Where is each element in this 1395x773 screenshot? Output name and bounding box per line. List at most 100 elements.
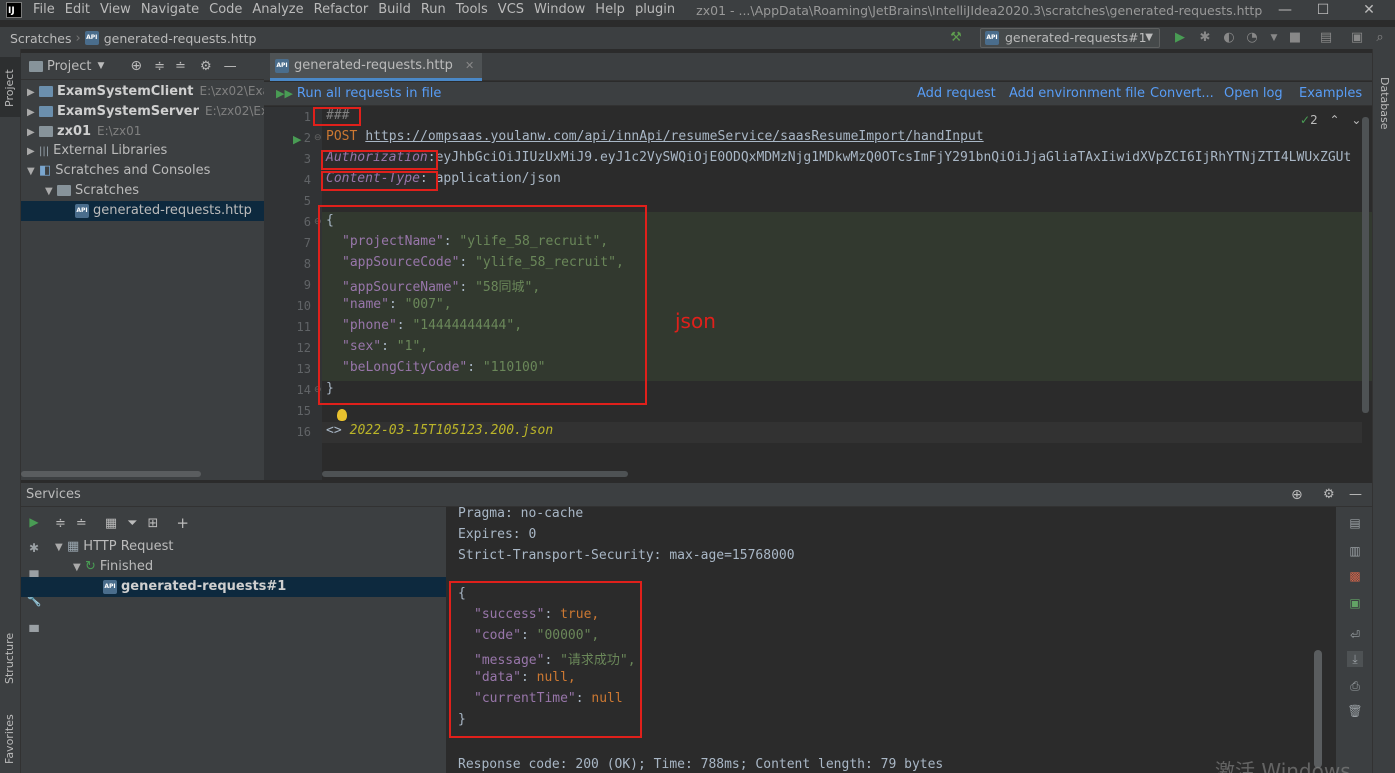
run-icon[interactable]: ▶ (26, 514, 42, 530)
project-tree-item[interactable]: ▶ ExamSystemClient E:\zx02\ExamS (21, 81, 264, 101)
menu-analyze[interactable]: Analyze (247, 0, 308, 20)
filter-icon[interactable]: ⏷ (127, 516, 137, 531)
menu-file[interactable]: File (28, 0, 60, 20)
previous-highlight-icon[interactable]: ⌃ (1330, 113, 1340, 127)
response-header: Expires: 0 (458, 527, 537, 542)
project-structure-icon[interactable]: ▤ (1318, 30, 1334, 46)
debug-icon[interactable]: ✱ (26, 540, 42, 556)
database-tool-label[interactable]: Database (1378, 77, 1391, 130)
soft-wrap-icon[interactable]: ▤ (1347, 515, 1363, 531)
print-icon[interactable]: ⎙ (1347, 678, 1363, 694)
menu-run[interactable]: Run (416, 0, 451, 20)
new-tab-icon[interactable]: ⊞ (148, 516, 159, 531)
run-request-icon[interactable]: ▶ (293, 133, 301, 146)
layout-icon[interactable]: ▀ (26, 624, 42, 640)
hide-panel-icon[interactable]: — (224, 59, 237, 74)
collapse-all-icon[interactable]: ≐ (76, 516, 87, 531)
run-configuration-select[interactable]: API generated-requests#1 ▼ (980, 28, 1160, 48)
service-tree-item[interactable]: ▼ ▦ HTTP Request (49, 537, 446, 557)
menu-refactor[interactable]: Refactor (309, 0, 374, 20)
gear-icon[interactable]: ⚙ (200, 59, 212, 74)
group-by-icon[interactable]: ▦ (105, 516, 117, 531)
menu-tools[interactable]: Tools (451, 0, 493, 20)
breadcrumb-scratches[interactable]: Scratches (0, 31, 72, 46)
reformat-icon[interactable]: ▩ (1347, 568, 1363, 584)
breadcrumb-file[interactable]: generated-requests.http (99, 31, 257, 46)
structure-tool-label[interactable]: Structure (3, 633, 16, 684)
menu-vcs[interactable]: VCS (493, 0, 529, 20)
open-log-link[interactable]: Open log (1224, 86, 1283, 101)
service-tree-item[interactable]: API generated-requests#1 (21, 577, 446, 597)
add-service-icon[interactable]: + (176, 514, 189, 532)
chevron-down-icon[interactable]: ▼ (73, 558, 85, 578)
chevron-down-icon[interactable]: ▼ (97, 61, 104, 71)
project-tree-item[interactable]: ▶ ExamSystemServer E:\zx02\ExamS (21, 101, 264, 121)
project-view-select[interactable]: Project (47, 59, 91, 74)
intention-bulb-icon[interactable] (337, 409, 347, 421)
project-tree-item[interactable]: ▶ ||| External Libraries (21, 141, 264, 161)
close-tab-icon[interactable]: ✕ (465, 59, 474, 72)
menu-view[interactable]: View (95, 0, 136, 20)
next-highlight-icon[interactable]: ⌄ (1351, 113, 1361, 127)
line-number: 3 (303, 152, 311, 166)
stop-icon[interactable]: ■ (1287, 30, 1303, 46)
hide-panel-icon[interactable]: — (1349, 483, 1362, 507)
chevron-right-icon[interactable]: ▶ (27, 103, 39, 121)
gear-icon[interactable]: ⚙ (1323, 483, 1335, 507)
project-tool-button[interactable]: Project (0, 57, 21, 117)
run-icon[interactable]: ▶ (1172, 30, 1188, 46)
project-tree-item[interactable]: ▼ Scratches (21, 181, 264, 201)
scroll-to-end-icon[interactable]: ⤓ (1347, 651, 1363, 667)
more-run-options-icon[interactable]: ▼ (1266, 30, 1282, 46)
inspection-widget[interactable]: ✓2 ⌃ ⌄ (1300, 113, 1361, 127)
trash-icon[interactable]: 🗑 (1347, 703, 1363, 719)
coverage-icon[interactable]: ◐ (1221, 30, 1237, 46)
chevron-right-icon[interactable]: ▶ (27, 123, 39, 141)
expand-all-icon[interactable]: ≑ (55, 516, 66, 531)
search-icon[interactable]: ⌕ (1372, 30, 1388, 46)
tab-generated-requests[interactable]: API generated-requests.http ✕ (270, 53, 483, 81)
locate-icon[interactable]: ⊕ (1291, 483, 1303, 507)
header-value: application/json (427, 171, 561, 186)
add-environment-file-link[interactable]: Add environment file (1009, 86, 1145, 101)
menu-plugin[interactable]: plugin (630, 0, 680, 20)
editor-vertical-scrollbar[interactable] (1362, 117, 1369, 413)
open-file-icon[interactable]: ▥ (1347, 543, 1363, 559)
profile-icon[interactable]: ◔ (1244, 30, 1260, 46)
run-all-requests-link[interactable]: ▶▶ Run all requests in file (276, 86, 441, 101)
menu-help[interactable]: Help (590, 0, 630, 20)
close-window-button[interactable]: ✕ (1346, 0, 1392, 20)
expand-all-icon[interactable]: ≑ (154, 59, 165, 74)
project-tree-item[interactable]: ▼ ◧ Scratches and Consoles (21, 161, 264, 181)
project-horizontal-scrollbar[interactable] (21, 471, 201, 477)
http-file-icon: API (985, 31, 999, 45)
locate-file-icon[interactable]: ⊕ (130, 58, 142, 74)
wrap-lines-icon[interactable]: ⏎ (1347, 627, 1363, 643)
add-request-link[interactable]: Add request (917, 86, 996, 101)
chevron-down-icon[interactable]: ▼ (55, 538, 67, 558)
toggle-panel-icon[interactable]: ▣ (1349, 30, 1365, 46)
convert-link[interactable]: Convert... (1150, 86, 1214, 101)
menu-navigate[interactable]: Navigate (136, 0, 204, 20)
project-tree-item[interactable]: ▶ zx01 E:\zx01 (21, 121, 264, 141)
maximize-button[interactable]: ☐ (1300, 0, 1346, 20)
project-tree-item[interactable]: API generated-requests.http (21, 201, 264, 221)
editor-horizontal-scrollbar[interactable] (322, 471, 628, 477)
fold-icon[interactable]: ⊖ (314, 133, 322, 143)
headers-icon[interactable]: ▣ (1347, 595, 1363, 611)
examples-link[interactable]: Examples (1299, 86, 1362, 101)
chevron-down-icon[interactable]: ▼ (45, 182, 57, 201)
menu-edit[interactable]: Edit (60, 0, 95, 20)
menu-build[interactable]: Build (373, 0, 416, 20)
collapse-all-icon[interactable]: ≐ (175, 59, 186, 74)
chevron-right-icon[interactable]: ▶ (27, 142, 39, 161)
menu-code[interactable]: Code (204, 0, 247, 20)
chevron-down-icon[interactable]: ▼ (27, 162, 39, 181)
chevron-right-icon[interactable]: ▶ (27, 83, 39, 101)
response-vertical-scrollbar[interactable] (1314, 650, 1322, 768)
favorites-tool-label[interactable]: Favorites (3, 714, 16, 764)
debug-icon[interactable]: ✱ (1197, 30, 1213, 46)
service-tree-item[interactable]: ▼ ↻ Finished (49, 557, 446, 577)
build-hammer-icon[interactable]: ⚒ (948, 30, 964, 46)
menu-window[interactable]: Window (529, 0, 590, 20)
